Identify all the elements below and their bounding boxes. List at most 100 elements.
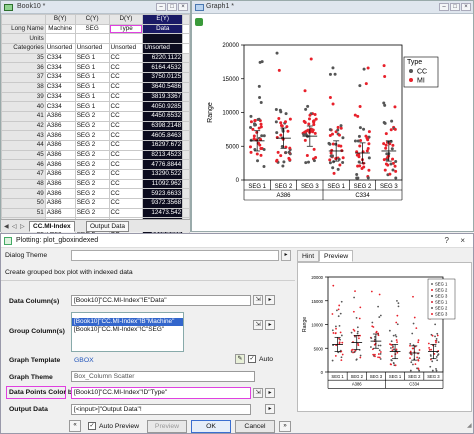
categories-cell[interactable]: Unsorted: [74, 43, 110, 54]
table-cell[interactable]: 8213.4523: [142, 149, 184, 161]
edit-template-icon[interactable]: ✎: [235, 354, 245, 364]
table-cell[interactable]: SEG 1: [74, 62, 110, 74]
table-cell[interactable]: A386: [44, 149, 76, 161]
workbook-window[interactable]: Book10 * – □ × B(Y) C(Y) D(Y) E(Y) Long …: [0, 0, 191, 248]
worksheet-grid[interactable]: B(Y) C(Y) D(Y) E(Y) Long Name Machine SE…: [1, 14, 190, 248]
table-cell[interactable]: C334: [44, 81, 76, 93]
table-cell[interactable]: 4776.8844: [142, 159, 184, 170]
maximize-icon[interactable]: □: [167, 3, 177, 11]
table-cell[interactable]: [182, 149, 190, 161]
auto-checkbox[interactable]: ✓: [248, 355, 256, 363]
table-cell[interactable]: C334: [44, 62, 76, 74]
categories-cell[interactable]: Unsorted: [108, 43, 144, 54]
table-cell[interactable]: [182, 52, 190, 64]
group-column-item[interactable]: [Book10]"CC.MI-Index"!B"Machine": [72, 318, 183, 326]
table-cell[interactable]: [182, 188, 190, 200]
column-picker-icon[interactable]: ⇲: [253, 320, 263, 330]
close-icon[interactable]: ×: [460, 236, 465, 245]
table-cell[interactable]: SEG 2: [74, 159, 110, 170]
table-cell[interactable]: CC: [108, 159, 144, 170]
table-row[interactable]: 39 C334 SEG 1 CC 3819.3367: [1, 91, 190, 103]
table-cell[interactable]: CC: [108, 139, 144, 151]
table-row[interactable]: 36 C334 SEG 1 CC 6164.4532: [1, 62, 190, 74]
table-cell[interactable]: CC: [108, 169, 144, 180]
expand-panel-icon[interactable]: »: [279, 421, 291, 432]
minimize-icon[interactable]: –: [439, 3, 449, 11]
table-row[interactable]: 40 C334 SEG 1 CC 4050.9285: [1, 101, 190, 112]
table-cell[interactable]: SEG 2: [74, 130, 110, 141]
table-row[interactable]: 44 A386 SEG 2 CC 16297.672: [1, 139, 190, 151]
table-row[interactable]: 41 A386 SEG 2 CC 4450.6532: [1, 110, 190, 122]
graph-template-value[interactable]: GBOX: [74, 357, 94, 364]
table-cell[interactable]: 6398.2148: [142, 120, 184, 132]
table-cell[interactable]: [182, 81, 190, 93]
group-columns-listbox[interactable]: [Book10]"CC.MI-Index"!B"Machine" [Book10…: [71, 312, 184, 352]
categories-cell[interactable]: Unsorted: [142, 43, 184, 54]
dropdown-arrow-icon[interactable]: ▸: [265, 388, 275, 398]
table-cell[interactable]: A386: [44, 120, 76, 132]
table-row[interactable]: 48 A386 SEG 2 CC 11092.962: [1, 178, 190, 190]
close-icon[interactable]: ×: [178, 3, 188, 11]
table-row[interactable]: 46 A386 SEG 2 CC 4776.8844: [1, 159, 190, 170]
table-cell[interactable]: SEG 2: [74, 149, 110, 161]
table-cell[interactable]: [182, 101, 190, 112]
maximize-icon[interactable]: □: [450, 3, 460, 11]
table-cell[interactable]: CC: [108, 207, 144, 219]
table-cell[interactable]: [182, 110, 190, 122]
table-cell[interactable]: CC: [108, 101, 144, 112]
column-picker-icon[interactable]: ⇲: [253, 388, 263, 398]
column-header-b[interactable]: B(Y): [44, 14, 76, 25]
table-cell[interactable]: CC: [108, 62, 144, 74]
table-cell[interactable]: C334: [44, 91, 76, 103]
sheet-tab-output-data[interactable]: Output Data: [86, 221, 130, 232]
table-row[interactable]: 47 A386 SEG 2 CC 13290.522: [1, 169, 190, 180]
table-cell[interactable]: 6220.1122: [142, 52, 184, 64]
column-header-e[interactable]: E(Y): [142, 14, 184, 25]
collapse-arrows-icon[interactable]: «: [69, 420, 81, 432]
ok-button[interactable]: OK: [191, 420, 231, 433]
table-cell[interactable]: A386: [44, 110, 76, 122]
table-cell[interactable]: [182, 169, 190, 180]
minimize-icon[interactable]: –: [156, 3, 166, 11]
table-cell[interactable]: SEG 1: [74, 81, 110, 93]
table-cell[interactable]: SEG 2: [74, 178, 110, 190]
table-cell[interactable]: 6164.4532: [142, 62, 184, 74]
help-icon[interactable]: ?: [445, 236, 449, 245]
table-cell[interactable]: 4605.8463: [142, 130, 184, 141]
table-cell[interactable]: 4050.9285: [142, 101, 184, 112]
table-cell[interactable]: [182, 207, 190, 219]
table-cell[interactable]: [182, 139, 190, 151]
graph-window[interactable]: Graph1 * – □ × 0 5000 10000 15000 20000 Range…: [191, 0, 474, 232]
column-header-d[interactable]: D(Y): [108, 14, 144, 25]
graph-titlebar[interactable]: Graph1 * – □ ×: [192, 1, 473, 14]
table-cell[interactable]: C334: [44, 101, 76, 112]
resize-grip-icon[interactable]: ◢: [467, 422, 472, 429]
table-cell[interactable]: SEG 1: [74, 91, 110, 103]
dialog-theme-select[interactable]: [71, 250, 279, 261]
preview-button[interactable]: Preview: [147, 420, 187, 433]
table-cell[interactable]: CC: [108, 120, 144, 132]
table-cell[interactable]: SEG 2: [74, 198, 110, 209]
tab-hint[interactable]: Hint: [297, 250, 320, 262]
table-cell[interactable]: A386: [44, 139, 76, 151]
tab-first-icon[interactable]: ◀: [4, 223, 9, 230]
column-header-c[interactable]: C(Y): [74, 14, 110, 25]
worksheet-rows[interactable]: 35 C334 SEG 1 CC 6220.1122 36 C334 SEG 1 CC 6164.…: [1, 52, 190, 248]
table-cell[interactable]: [182, 159, 190, 170]
table-row[interactable]: 35 C334 SEG 1 CC 6220.1122: [1, 52, 190, 64]
table-cell[interactable]: [182, 62, 190, 74]
table-row[interactable]: 50 A386 SEG 2 CC 9372.3568: [1, 198, 190, 209]
table-cell[interactable]: 11092.962: [142, 178, 184, 190]
table-row[interactable]: 38 C334 SEG 1 CC 3640.5486: [1, 81, 190, 93]
close-icon[interactable]: ×: [461, 3, 471, 11]
table-cell[interactable]: [182, 178, 190, 190]
cancel-button[interactable]: Cancel: [235, 420, 275, 433]
table-cell[interactable]: 3640.5486: [142, 81, 184, 93]
table-cell[interactable]: A386: [44, 198, 76, 209]
table-row[interactable]: 42 A386 SEG 2 CC 6398.2148: [1, 120, 190, 132]
table-cell[interactable]: SEG 2: [74, 188, 110, 200]
tab-next-icon[interactable]: ▷: [20, 223, 25, 230]
dialog-titlebar[interactable]: Plotting: plot_gboxindexed ? ×: [1, 234, 473, 248]
table-cell[interactable]: CC: [108, 52, 144, 64]
dropdown-arrow-icon[interactable]: ▸: [265, 295, 275, 305]
